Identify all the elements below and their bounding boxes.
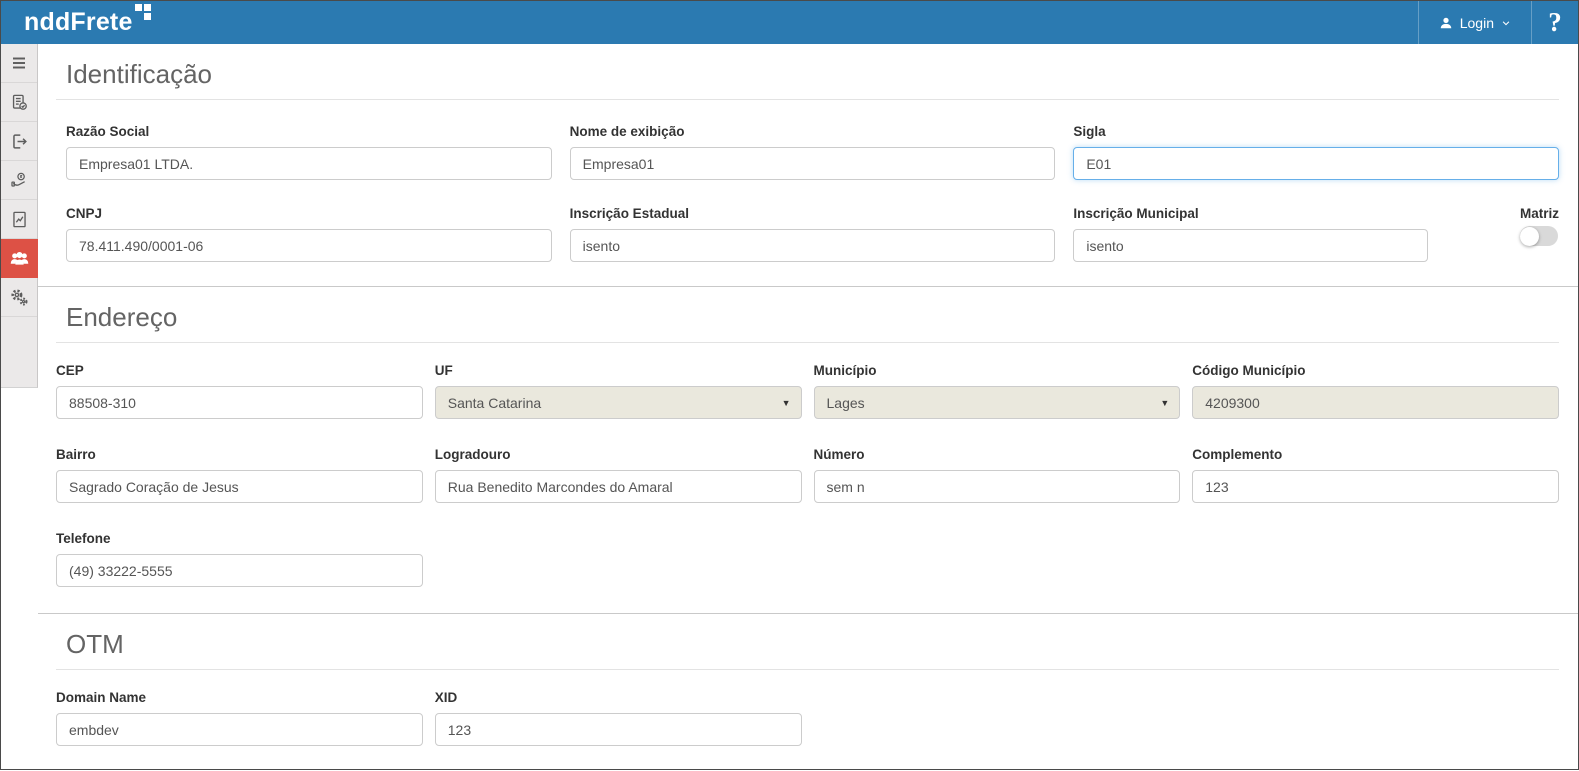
xid-input[interactable] (435, 713, 802, 746)
login-menu[interactable]: Login (1418, 1, 1531, 44)
codigo-municipio-label: Código Município (1192, 363, 1559, 378)
uf-select-value: Santa Catarina (448, 395, 541, 411)
companies-icon (9, 248, 30, 269)
sidebar-item-menu[interactable] (1, 44, 37, 83)
complemento-label: Complemento (1192, 447, 1559, 462)
sidebar-item-settings[interactable] (1, 278, 37, 317)
bairro-input[interactable] (56, 470, 423, 503)
cnpj-input[interactable] (66, 229, 552, 262)
menu-icon (10, 54, 28, 72)
inscricao-municipal-input[interactable] (1073, 229, 1428, 262)
brand-logo[interactable]: nddFrete (1, 9, 151, 37)
razao-social-label: Razão Social (66, 124, 552, 139)
uf-label: UF (435, 363, 802, 378)
codigo-municipio-input (1192, 386, 1559, 419)
report-icon (10, 210, 29, 229)
main-content: Identificação Razão Social Nome de exibi… (38, 44, 1578, 771)
sidebar-item-billing[interactable] (1, 161, 37, 200)
sidebar-item-export[interactable] (1, 122, 37, 161)
uf-select[interactable]: Santa Catarina ▼ (435, 386, 802, 419)
document-check-icon (10, 93, 29, 112)
field-cep: CEP (56, 363, 423, 419)
field-uf: UF Santa Catarina ▼ (435, 363, 802, 419)
dropdown-arrow-icon: ▼ (1160, 398, 1169, 408)
field-bairro: Bairro (56, 447, 423, 503)
inscricao-estadual-label: Inscrição Estadual (570, 206, 1056, 221)
complemento-input[interactable] (1192, 470, 1559, 503)
field-inscricao-municipal: Inscrição Municipal (1073, 206, 1428, 262)
municipio-select[interactable]: Lages ▼ (814, 386, 1181, 419)
chevron-down-icon (1501, 18, 1511, 28)
municipio-label: Município (814, 363, 1181, 378)
sigla-label: Sigla (1073, 124, 1559, 139)
field-municipio: Município Lages ▼ (814, 363, 1181, 419)
field-sigla: Sigla (1073, 124, 1559, 180)
section-otm: OTM Domain Name XID (38, 613, 1578, 750)
telefone-input[interactable] (56, 554, 423, 587)
sidebar-item-companies[interactable] (1, 239, 38, 278)
domain-name-label: Domain Name (56, 690, 423, 705)
field-matriz: Matriz (1520, 206, 1559, 246)
bairro-label: Bairro (56, 447, 423, 462)
section-title-otm: OTM (56, 614, 1559, 670)
cnpj-label: CNPJ (66, 206, 552, 221)
field-numero: Número (814, 447, 1181, 503)
inscricao-municipal-label: Inscrição Municipal (1073, 206, 1428, 221)
field-cnpj: CNPJ (66, 206, 552, 262)
section-title-endereco: Endereço (56, 287, 1559, 343)
brand-text: nddFrete (24, 9, 133, 37)
field-domain-name: Domain Name (56, 690, 423, 746)
field-razao-social: Razão Social (66, 124, 552, 180)
telefone-label: Telefone (56, 531, 423, 546)
municipio-select-value: Lages (827, 395, 865, 411)
inscricao-estadual-input[interactable] (570, 229, 1056, 262)
field-xid: XID (435, 690, 802, 746)
logradouro-label: Logradouro (435, 447, 802, 462)
field-codigo-municipio: Código Município (1192, 363, 1559, 419)
sidebar (1, 44, 38, 388)
login-label: Login (1460, 15, 1494, 31)
numero-input[interactable] (814, 470, 1181, 503)
logradouro-input[interactable] (435, 470, 802, 503)
xid-label: XID (435, 690, 802, 705)
nome-exibicao-label: Nome de exibição (570, 124, 1056, 139)
logout-icon (10, 132, 29, 151)
field-telefone: Telefone (56, 531, 423, 587)
field-nome-exibicao: Nome de exibição (570, 124, 1056, 180)
matriz-label: Matriz (1520, 206, 1559, 221)
section-identificacao: Identificação Razão Social Nome de exibi… (38, 44, 1578, 286)
dropdown-arrow-icon: ▼ (782, 398, 791, 408)
top-bar: nddFrete Login ? (1, 1, 1578, 44)
field-complemento: Complemento (1192, 447, 1559, 503)
cep-input[interactable] (56, 386, 423, 419)
settings-icon (9, 287, 29, 307)
cep-label: CEP (56, 363, 423, 378)
brand-squares-icon (135, 4, 151, 20)
matriz-toggle[interactable] (1520, 226, 1558, 246)
payment-icon (10, 171, 29, 190)
toggle-knob (1520, 227, 1539, 246)
section-endereco: Endereço CEP UF Santa Catarina ▼ Municíp… (38, 286, 1578, 613)
razao-social-input[interactable] (66, 147, 552, 180)
sidebar-item-documents[interactable] (1, 83, 37, 122)
field-inscricao-estadual: Inscrição Estadual (570, 206, 1056, 262)
nome-exibicao-input[interactable] (570, 147, 1056, 180)
domain-name-input[interactable] (56, 713, 423, 746)
user-icon (1439, 16, 1453, 30)
field-logradouro: Logradouro (435, 447, 802, 503)
section-title-identificacao: Identificação (56, 44, 1559, 100)
sidebar-item-reports[interactable] (1, 200, 37, 239)
sigla-input[interactable] (1073, 147, 1559, 180)
numero-label: Número (814, 447, 1181, 462)
help-button[interactable]: ? (1531, 1, 1578, 44)
